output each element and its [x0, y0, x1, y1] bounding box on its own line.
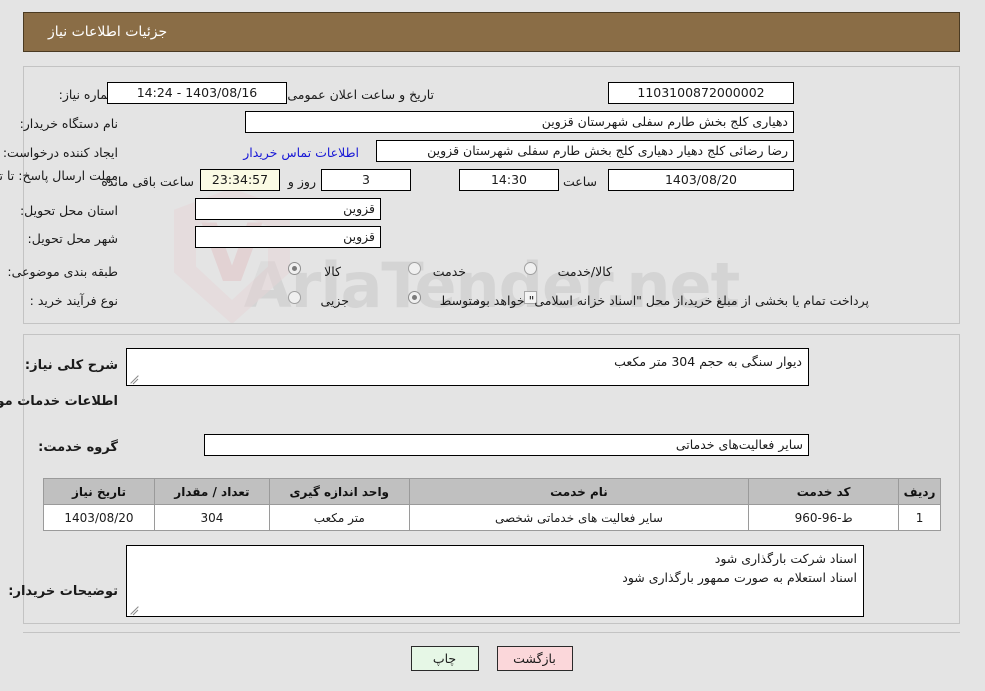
- need-info-panel: [24, 66, 961, 324]
- footer-buttons: بازگشت چاپ: [0, 646, 985, 671]
- cell-service-name: سایر فعالیت های خدماتی شخصی: [409, 504, 751, 531]
- col-quantity: تعداد / مقدار: [154, 478, 271, 505]
- page-title: جزئیات اطلاعات نیاز: [49, 24, 169, 40]
- delivery-city-label: شهر محل تحویل:: [28, 231, 119, 246]
- deadline-countdown-label: ساعت باقی مانده: [102, 174, 195, 189]
- delivery-province-value: قزوین: [196, 198, 382, 220]
- col-need-date: تاریخ نیاز: [44, 478, 156, 505]
- category-option-kala-khedmat[interactable]: کالا/خدمت: [559, 264, 613, 280]
- purchase-type-radio-jozei[interactable]: [289, 291, 302, 304]
- category-label: طبقه بندی موضوعی:: [8, 264, 119, 279]
- print-button[interactable]: چاپ: [411, 646, 480, 671]
- public-announcement-label: تاریخ و ساعت اعلان عمومی:: [284, 87, 435, 102]
- buyer-notes-box[interactable]: اسناد شرکت بارگذاری شود اسناد استعلام به…: [127, 545, 865, 617]
- delivery-city-value: قزوین: [196, 226, 382, 248]
- buyer-org-value: دهیاری کلج بخش طارم سفلی شهرستان قزوین: [246, 111, 795, 133]
- table-header-row: ردیف کد خدمت نام خدمت واحد اندازه گیری ت…: [44, 478, 942, 505]
- resize-grip-icon[interactable]: [130, 372, 142, 384]
- cell-unit: متر مکعب: [269, 504, 411, 531]
- footer-divider: [24, 632, 961, 633]
- buyer-contact-link[interactable]: اطلاعات تماس خریدار: [244, 145, 360, 161]
- services-heading: اطلاعات خدمات مورد نیاز: [0, 394, 119, 409]
- request-creator-label: ایجاد کننده درخواست:: [3, 145, 119, 160]
- page-header: جزئیات اطلاعات نیاز: [24, 12, 961, 52]
- treasury-bonds-note: پرداخت تمام یا بخشی از مبلغ خرید،از محل …: [471, 293, 870, 308]
- need-number-value: 1103100872000002: [609, 82, 795, 104]
- buyer-notes-line-1: اسناد شرکت بارگذاری شود: [715, 551, 858, 566]
- deadline-days-value: 3: [322, 169, 412, 191]
- category-option-kala[interactable]: کالا: [325, 264, 342, 280]
- buyer-notes-line-2: اسناد استعلام به صورت ممهور بارگذاری شود: [623, 570, 858, 585]
- general-description-value: دیوار سنگی به حجم 304 متر مکعب: [615, 354, 803, 369]
- general-description-label: شرح کلی نیاز:: [25, 358, 119, 373]
- resize-grip-icon[interactable]: [130, 603, 142, 615]
- general-description-box[interactable]: دیوار سنگی به حجم 304 متر مکعب: [127, 348, 810, 386]
- purchase-type-option-jozei[interactable]: جزیی: [321, 293, 350, 309]
- services-table: ردیف کد خدمت نام خدمت واحد اندازه گیری ت…: [44, 478, 942, 531]
- buyer-org-label: نام دستگاه خریدار:: [20, 116, 119, 131]
- category-radio-kala-khedmat[interactable]: [525, 262, 538, 275]
- back-button[interactable]: بازگشت: [497, 646, 574, 671]
- table-row: 1 ط-96-960 سایر فعالیت های خدماتی شخصی م…: [44, 504, 942, 531]
- service-group-label: گروه خدمت:: [39, 440, 119, 455]
- delivery-province-label: استان محل تحویل:: [20, 203, 119, 218]
- col-unit: واحد اندازه گیری: [269, 478, 411, 505]
- deadline-hour-value: 14:30: [460, 169, 560, 191]
- col-service-name: نام خدمت: [409, 478, 751, 505]
- cell-row-no: 1: [899, 504, 942, 531]
- cell-quantity: 304: [154, 504, 271, 531]
- category-radio-kala[interactable]: [289, 262, 302, 275]
- public-announcement-value: 1403/08/16 - 14:24: [108, 82, 288, 104]
- purchase-type-label: نوع فرآیند خرید :: [30, 293, 119, 308]
- buyer-notes-label: توضیحات خریدار:: [9, 584, 119, 599]
- request-creator-value: رضا رضائی کلج دهیار دهیاری کلج بخش طارم …: [377, 140, 795, 162]
- service-group-value: سایر فعالیت‌های خدماتی: [205, 434, 810, 456]
- category-option-khedmat[interactable]: خدمت: [434, 264, 467, 280]
- cell-service-code: ط-96-960: [749, 504, 901, 531]
- deadline-days-label: روز و: [288, 174, 317, 189]
- purchase-type-radio-motevaset[interactable]: [409, 291, 422, 304]
- deadline-date-value: 1403/08/20: [609, 169, 795, 191]
- deadline-hour-label: ساعت: [563, 174, 598, 189]
- cell-need-date: 1403/08/20: [44, 504, 156, 531]
- col-row-no: ردیف: [899, 478, 942, 505]
- category-radio-khedmat[interactable]: [409, 262, 422, 275]
- deadline-label: مهلت ارسال پاسخ: تا تاریخ:: [0, 168, 119, 183]
- col-service-code: کد خدمت: [749, 478, 901, 505]
- deadline-countdown-value: 23:34:57: [201, 169, 281, 191]
